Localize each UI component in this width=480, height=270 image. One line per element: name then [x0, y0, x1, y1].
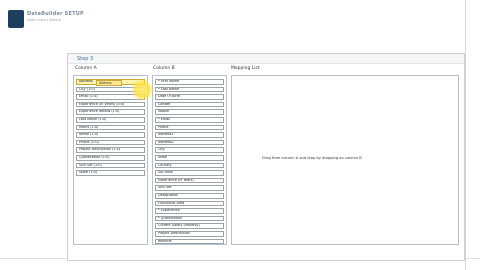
cursor-highlight [131, 79, 153, 101]
column-b-item[interactable]: Experience (in Years) [155, 177, 224, 184]
column-a-label: Column A [75, 66, 97, 71]
column-b-item[interactable]: Address2 [155, 139, 224, 146]
dragged-item[interactable]: Address [96, 80, 122, 86]
column-b-item[interactable]: Country [155, 162, 224, 169]
column-b-item[interactable]: State [155, 155, 224, 161]
column-a-item[interactable]: Marks (1:0) [76, 124, 145, 131]
column-a-item[interactable]: Last Name (1:0) [76, 117, 145, 123]
column-b-item[interactable]: Designation [155, 193, 224, 199]
logo-subtitle: Data Import Wizard [27, 18, 62, 22]
column-b-item[interactable]: * First Name [155, 79, 224, 85]
column-b-item[interactable]: City [155, 147, 224, 153]
column-b-item[interactable]: Zip code [155, 170, 224, 176]
column-b-item[interactable]: * Experience [155, 208, 224, 214]
column-b-item[interactable]: * Email [155, 117, 224, 123]
step-label: Step 3 [77, 56, 94, 62]
column-a-item[interactable]: Project Description (1:0) [76, 147, 145, 153]
column-a-item[interactable]: Skill Set (1:0) [76, 162, 145, 169]
page-divider [465, 0, 466, 270]
column-b-item[interactable]: Date Of Birth [155, 94, 224, 100]
column-b-item[interactable]: Current Salary (Monthly) [155, 223, 224, 229]
logo-icon [8, 10, 24, 28]
mapping-hint: Drag from column A and drop by dropping … [262, 156, 362, 160]
column-b-item[interactable]: Mobile [155, 109, 224, 115]
column-a-item[interactable]: Name (1:0) [76, 132, 145, 138]
column-b-label: Column B [153, 66, 175, 71]
column-b-item[interactable]: Gender [155, 101, 224, 108]
panel-header: Step 3 [68, 54, 464, 64]
column-b-item[interactable]: Phone [155, 124, 224, 131]
column-a-item[interactable]: Phone (1:0) [76, 139, 145, 146]
column-a-item[interactable]: Experience details (1:0) [76, 109, 145, 115]
logo-title: DataBuilder SETUP [27, 11, 84, 17]
column-b-item[interactable]: * Last Name [155, 86, 224, 93]
column-b-list[interactable]: * First Name * Last Name Date Of Birth Gend… [152, 75, 227, 245]
column-a-list[interactable]: Address City (1:0) Email (1:0) Experience (… [73, 75, 148, 245]
mapping-list-label: Mapping List [231, 66, 260, 71]
column-b-item[interactable]: Resume [155, 238, 224, 245]
column-b-item[interactable]: * Qualification [155, 215, 224, 222]
column-b-item[interactable]: Functional Area [155, 200, 224, 207]
column-b-item[interactable]: Skill Set [155, 185, 224, 191]
column-a-item[interactable]: Qualification (1:0) [76, 155, 145, 161]
column-b-item[interactable]: Project Description [155, 231, 224, 237]
column-b-item[interactable]: Address1 [155, 132, 224, 138]
column-a-item[interactable]: Experience (in years) (0:0) [76, 101, 145, 108]
app-logo: DataBuilder SETUP Data Import Wizard [8, 10, 84, 28]
column-a-item[interactable]: State (1:0) [76, 170, 145, 176]
